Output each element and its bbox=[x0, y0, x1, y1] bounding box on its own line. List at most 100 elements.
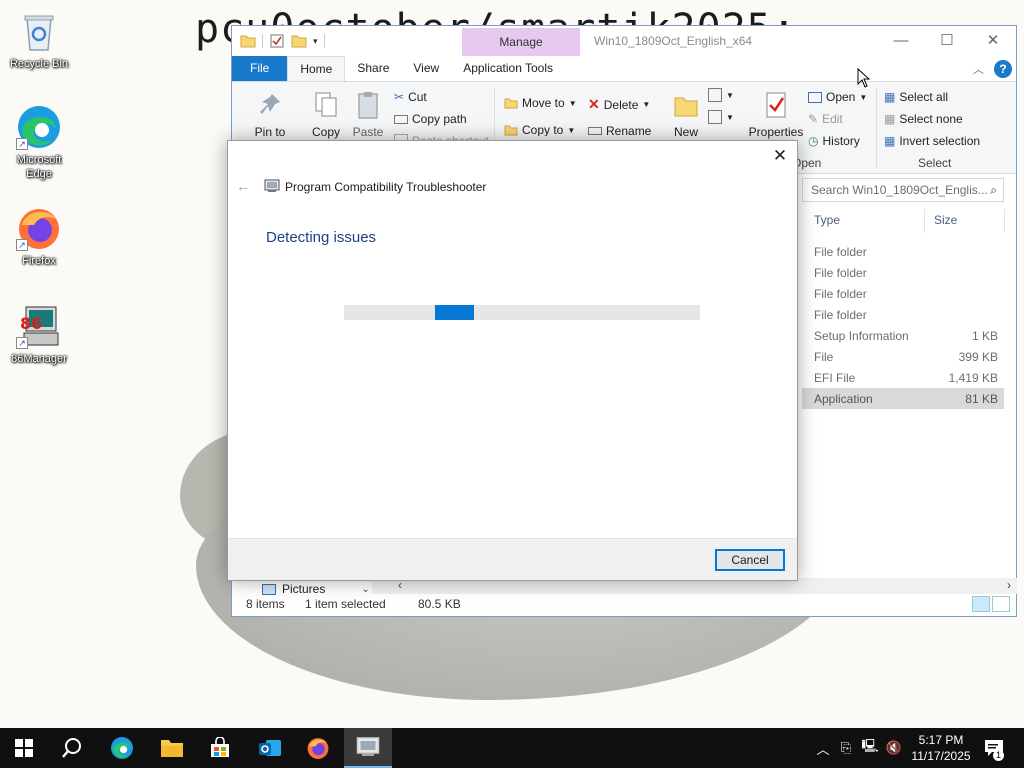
delete-x-icon: ✕ bbox=[588, 96, 600, 112]
list-item[interactable]: EFI File 1,419 KB bbox=[802, 367, 1004, 388]
copy-path-button[interactable]: Copy path bbox=[394, 112, 467, 126]
progress-marquee bbox=[435, 305, 474, 320]
notification-count: 1 bbox=[993, 750, 1004, 761]
item-size: 1,419 KB bbox=[948, 371, 998, 385]
search-input[interactable]: Search Win10_1809Oct_Englis... ⌕ bbox=[802, 178, 1004, 202]
move-to-icon bbox=[504, 98, 518, 109]
minimize-icon[interactable]: — bbox=[878, 26, 924, 56]
collapse-ribbon-icon[interactable]: ︿ bbox=[973, 61, 984, 77]
maximize-icon[interactable]: ☐ bbox=[924, 26, 970, 56]
show-hidden-icons-icon[interactable]: ︿ bbox=[814, 728, 832, 768]
tab-home[interactable]: Home bbox=[287, 56, 346, 81]
new-folder-icon[interactable] bbox=[291, 33, 307, 49]
tab-file[interactable]: File bbox=[232, 56, 288, 81]
select-all-button[interactable]: ▦ Select all bbox=[884, 90, 948, 104]
taskbar-file-explorer[interactable] bbox=[148, 728, 196, 768]
delete-label: Delete bbox=[603, 97, 639, 112]
paste-button[interactable]: Paste bbox=[350, 90, 386, 139]
scroll-right-icon[interactable]: › bbox=[1007, 578, 1011, 592]
column-header-type[interactable]: Type bbox=[814, 213, 840, 227]
delete-button[interactable]: ✕ Delete ▼ bbox=[588, 96, 650, 113]
close-icon[interactable]: ✕ bbox=[769, 145, 791, 167]
paste-icon bbox=[358, 92, 378, 119]
cancel-button[interactable]: Cancel bbox=[715, 549, 785, 571]
list-item[interactable]: File folder bbox=[802, 304, 1004, 325]
edit-button[interactable]: ✎ Edit bbox=[808, 112, 843, 126]
folder-icon bbox=[161, 740, 183, 757]
desktop-icon-label: Microsoft Edge bbox=[16, 154, 62, 180]
move-to-button[interactable]: Move to ▼ bbox=[504, 96, 577, 110]
close-icon[interactable]: ✕ bbox=[970, 26, 1016, 56]
start-button[interactable] bbox=[0, 728, 48, 768]
rename-button[interactable]: Rename bbox=[588, 124, 651, 138]
new-folder-button[interactable]: New folder bbox=[668, 90, 704, 145]
list-item[interactable]: File folder bbox=[802, 241, 1004, 262]
desktop-icon-86manager[interactable]: 86 ↗ 86Manager bbox=[4, 303, 74, 366]
progress-bar bbox=[344, 305, 700, 320]
customize-toolbar-icon[interactable]: ▾ bbox=[313, 36, 318, 47]
item-type: File folder bbox=[814, 287, 867, 301]
dialog-footer: Cancel bbox=[228, 538, 797, 580]
new-item-button[interactable]: ▼ bbox=[708, 88, 734, 102]
large-icons-view-icon[interactable] bbox=[992, 596, 1010, 612]
list-item-selected[interactable]: Application 81 KB bbox=[802, 388, 1004, 409]
taskbar-troubleshooter[interactable] bbox=[344, 728, 392, 768]
pin-icon bbox=[260, 94, 280, 114]
new-folder-label: New bbox=[673, 125, 698, 139]
list-item[interactable]: Setup Information 1 KB bbox=[802, 325, 1004, 346]
title-bar[interactable]: ▾ Manage Win10_1809Oct_English_x64 — ☐ ✕ bbox=[232, 26, 1016, 56]
column-divider[interactable] bbox=[1004, 209, 1005, 233]
properties-label: Properties bbox=[748, 125, 804, 139]
list-item[interactable]: File folder bbox=[802, 283, 1004, 304]
group-label-select: Select bbox=[918, 156, 952, 170]
select-all-label: Select all bbox=[899, 90, 949, 104]
clock-time: 5:17 PM bbox=[918, 733, 964, 747]
properties-icon bbox=[766, 92, 786, 118]
desktop-icon-firefox[interactable]: ↗ Firefox bbox=[4, 205, 74, 268]
properties-check-icon[interactable] bbox=[269, 33, 285, 49]
open-label: Open bbox=[826, 90, 856, 104]
tab-manage[interactable]: Manage bbox=[462, 28, 580, 56]
cut-button[interactable]: ✂ Cut bbox=[394, 90, 427, 104]
select-none-button[interactable]: ▦ Select none bbox=[884, 112, 963, 126]
volume-muted-icon[interactable]: 🔇 bbox=[884, 728, 904, 768]
taskbar-edge[interactable] bbox=[98, 728, 146, 768]
column-header-size[interactable]: Size bbox=[934, 213, 957, 227]
rename-icon bbox=[588, 127, 602, 135]
list-item[interactable]: File 399 KB bbox=[802, 346, 1004, 367]
easy-access-button[interactable]: ▼ bbox=[708, 110, 734, 124]
tab-view[interactable]: View bbox=[401, 56, 451, 81]
desktop-icon-recycle-bin[interactable]: Recycle Bin bbox=[4, 8, 74, 71]
paste-label: Paste bbox=[352, 125, 384, 139]
copy-to-button[interactable]: Copy to ▼ bbox=[504, 124, 575, 136]
details-view-icon[interactable] bbox=[972, 596, 990, 612]
meet-now-icon[interactable]: ⎘ bbox=[836, 728, 856, 768]
status-bar: 8 items 1 item selected 80.5 KB bbox=[232, 592, 1016, 616]
back-arrow-icon[interactable]: ← bbox=[236, 178, 250, 194]
ribbon-controls: ︿ ? bbox=[973, 60, 1012, 78]
properties-button[interactable]: Properties bbox=[746, 90, 806, 139]
desktop-icon-edge[interactable]: ↗ Microsoft Edge bbox=[4, 104, 74, 181]
network-icon[interactable]: 🖳 bbox=[860, 728, 880, 768]
column-divider[interactable] bbox=[924, 209, 925, 233]
help-icon[interactable]: ? bbox=[994, 60, 1012, 78]
window-title: Win10_1809Oct_English_x64 bbox=[594, 34, 753, 48]
copy-button[interactable]: Copy bbox=[308, 90, 344, 139]
item-type: File folder bbox=[814, 308, 867, 322]
taskbar-store[interactable] bbox=[196, 728, 244, 768]
taskbar-clock[interactable]: 5:17 PM 11/17/2025 bbox=[905, 732, 977, 764]
item-type: File folder bbox=[814, 266, 867, 280]
tab-application-tools[interactable]: Application Tools bbox=[451, 56, 565, 81]
open-button[interactable]: Open ▼ bbox=[808, 90, 867, 104]
chevron-down-icon: ▼ bbox=[567, 125, 576, 135]
history-button[interactable]: ◷ History bbox=[808, 134, 860, 148]
tab-share[interactable]: Share bbox=[345, 56, 401, 81]
folder-icon[interactable] bbox=[240, 33, 256, 49]
windows-logo-icon bbox=[15, 739, 33, 757]
notification-center-icon[interactable]: 1 bbox=[980, 728, 1008, 768]
taskbar-outlook[interactable] bbox=[246, 728, 294, 768]
list-item[interactable]: File folder bbox=[802, 262, 1004, 283]
search-button[interactable] bbox=[48, 728, 96, 768]
invert-selection-button[interactable]: ▦ Invert selection bbox=[884, 134, 980, 148]
taskbar-firefox[interactable] bbox=[294, 728, 342, 768]
